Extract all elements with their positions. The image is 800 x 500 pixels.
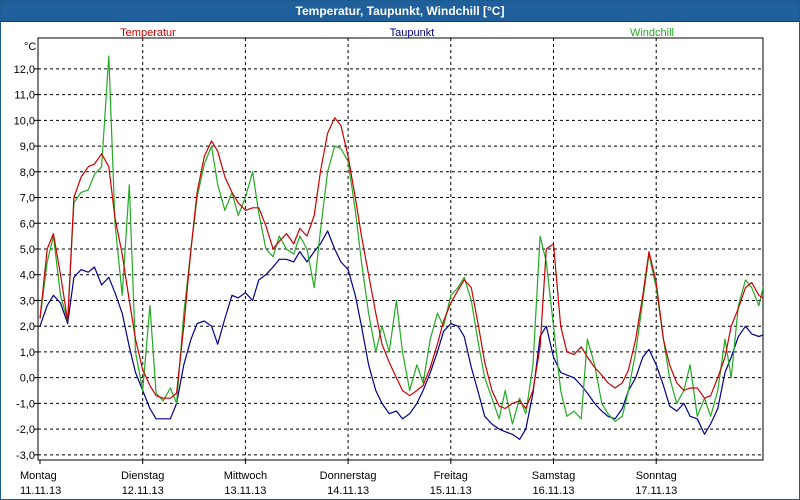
y-tick-label: -2,0 (16, 424, 35, 436)
x-tick-day: Sonntag (636, 470, 677, 482)
y-tick-label: 7,0 (20, 193, 35, 205)
legend-entry-taupunkt: Taupunkt (390, 27, 435, 39)
x-tick-day: Donnerstag (320, 470, 377, 482)
y-tick-label: 0,0 (20, 373, 35, 385)
x-tick-date: 14.11.13 (327, 485, 369, 497)
y-tick-label: 6,0 (20, 218, 35, 230)
x-tick-date: 16.11.13 (532, 485, 574, 497)
y-axis: -3,0 -2,0 -1,0 0,0 1,0 2,0 3,0 4,0 5,0 6,0 7,0 8,0 9… (14, 64, 38, 462)
legend-entry-windchill: Windchill (630, 27, 674, 39)
y-tick-label: 10,0 (14, 115, 35, 127)
y-tick-label: -1,0 (16, 398, 35, 410)
y-tick-label: 8,0 (20, 167, 35, 179)
legend: Temperatur Taupunkt Windchill (120, 27, 674, 39)
x-tick-day: Samstag (532, 470, 575, 482)
y-tick-label: 2,0 (20, 321, 35, 333)
x-tick-date: 17.11.13 (635, 485, 677, 497)
x-tick-date: 13.11.13 (224, 485, 266, 497)
x-tick-day: Dienstag (121, 470, 164, 482)
y-tick-label: 4,0 (20, 270, 35, 282)
y-tick-label: 5,0 (20, 244, 35, 256)
x-tick-day: Freitag (434, 470, 468, 482)
y-tick-label: 11,0 (14, 90, 35, 102)
chart-area: -3,0 -2,0 -1,0 0,0 1,0 2,0 3,0 4,0 5,0 6,0 7,0 8,0 9… (14, 27, 764, 497)
y-tick-label: 12,0 (14, 64, 35, 76)
legend-entry-temperatur: Temperatur (120, 27, 176, 39)
y-tick-label: 3,0 (20, 295, 35, 307)
x-axis: Montag 11.11.13 Dienstag 12.11.13 Mittwoch 13… (20, 460, 677, 497)
y-axis-label: °C (24, 41, 36, 53)
x-tick-day: Montag (20, 470, 57, 482)
y-tick-label: 1,0 (20, 347, 35, 359)
y-tick-label: -3,0 (16, 450, 35, 462)
x-tick-day: Mittwoch (224, 470, 267, 482)
x-tick-date: 15.11.13 (430, 485, 472, 497)
y-tick-label: 9,0 (20, 141, 35, 153)
x-tick-date: 11.11.13 (20, 485, 61, 497)
x-tick-date: 12.11.13 (122, 485, 164, 497)
